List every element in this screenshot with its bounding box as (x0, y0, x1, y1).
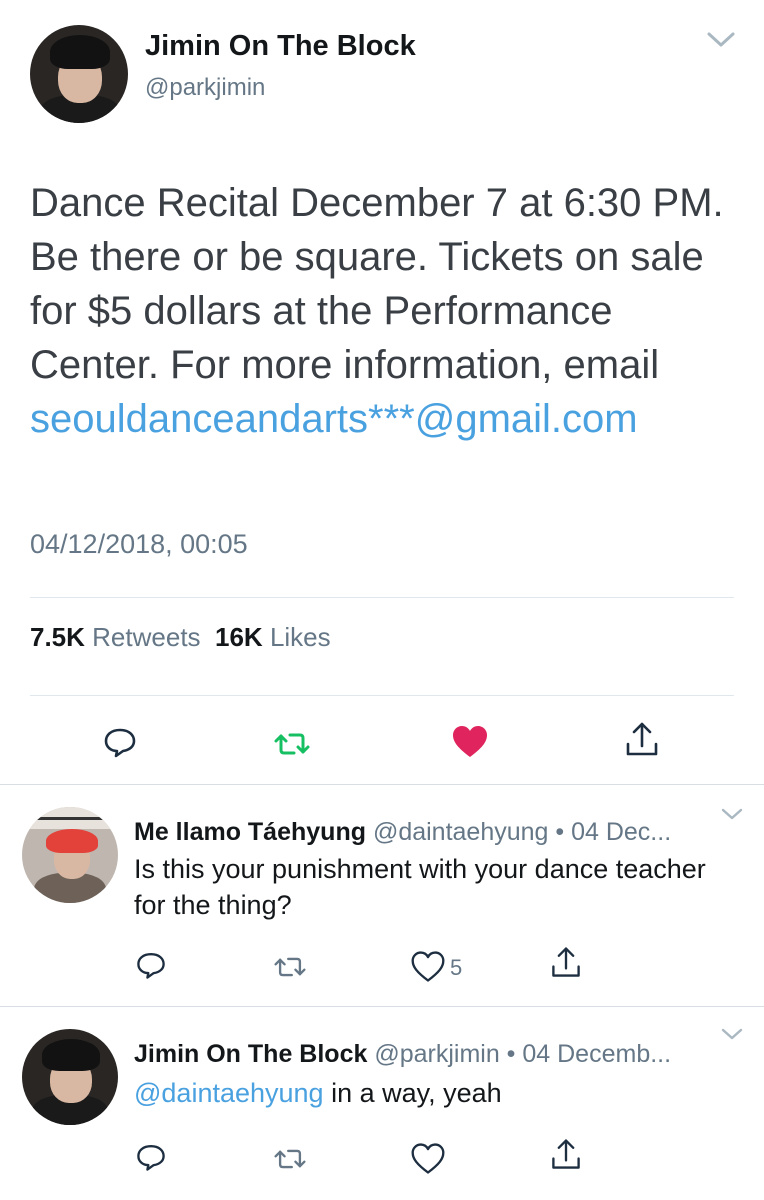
retweet-icon[interactable] (272, 1141, 308, 1177)
divider (30, 597, 734, 598)
tweet-body: Dance Recital December 7 at 6:30 PM. Be … (30, 181, 724, 387)
reply-author: Me llamo Táehyung @daintaehyung • 04 Dec… (134, 818, 671, 847)
likes-label[interactable]: Likes (270, 622, 331, 652)
retweet-icon[interactable] (272, 724, 312, 764)
mention-link[interactable]: @daintaehyung (134, 1078, 324, 1108)
chevron-down-icon[interactable] (720, 1027, 744, 1041)
reply-icon[interactable] (133, 947, 169, 983)
reply-tweet: Jimin On The Block @parkjimin • 04 Decem… (0, 1007, 764, 1200)
like-icon[interactable] (450, 722, 490, 762)
reply-meta: @daintaehyung • 04 Dec... (372, 818, 672, 846)
tweet-timestamp: 04/12/2018, 00:05 (30, 529, 248, 559)
reply-tweet: Me llamo Táehyung @daintaehyung • 04 Dec… (0, 785, 764, 1007)
like-count: 5 (450, 955, 463, 980)
avatar[interactable] (22, 807, 118, 903)
share-icon[interactable] (548, 945, 584, 981)
reply-text: Is this your punishment with your dance … (134, 854, 706, 920)
reply-text: @daintaehyung in a way, yeah (134, 1075, 724, 1111)
reply-author: Jimin On The Block @parkjimin • 04 Decem… (134, 1040, 671, 1069)
email-link[interactable]: seouldanceandarts***@gmail.com (30, 397, 638, 441)
reply-author-name[interactable]: Jimin On The Block (134, 1040, 367, 1068)
like-icon[interactable] (410, 1141, 446, 1177)
share-icon[interactable] (622, 720, 662, 760)
retweets-label[interactable]: Retweets (92, 622, 200, 652)
divider (30, 695, 734, 696)
retweet-icon[interactable] (272, 949, 308, 985)
reply-body-text: in a way, yeah (323, 1078, 502, 1108)
reply-meta: @parkjimin • 04 Decemb... (374, 1040, 672, 1068)
reply-icon[interactable] (133, 1139, 169, 1175)
tweet-stats: 7.5K Retweets 16K Likes (30, 622, 331, 653)
likes-count[interactable]: 16K (215, 622, 263, 652)
author-handle[interactable]: @parkjimin (145, 74, 265, 102)
share-icon[interactable] (548, 1137, 584, 1173)
tweet-text: Dance Recital December 7 at 6:30 PM. Be … (30, 176, 730, 446)
retweets-count[interactable]: 7.5K (30, 622, 85, 652)
reply-author-name[interactable]: Me llamo Táehyung (134, 818, 366, 846)
avatar[interactable] (30, 25, 128, 123)
avatar[interactable] (22, 1029, 118, 1125)
like-icon[interactable] (410, 949, 446, 985)
chevron-down-icon[interactable] (706, 30, 736, 50)
reply-icon[interactable] (100, 722, 140, 762)
author-name[interactable]: Jimin On The Block (145, 30, 416, 63)
main-tweet: Jimin On The Block @parkjimin Dance Reci… (0, 0, 764, 785)
chevron-down-icon[interactable] (720, 807, 744, 821)
